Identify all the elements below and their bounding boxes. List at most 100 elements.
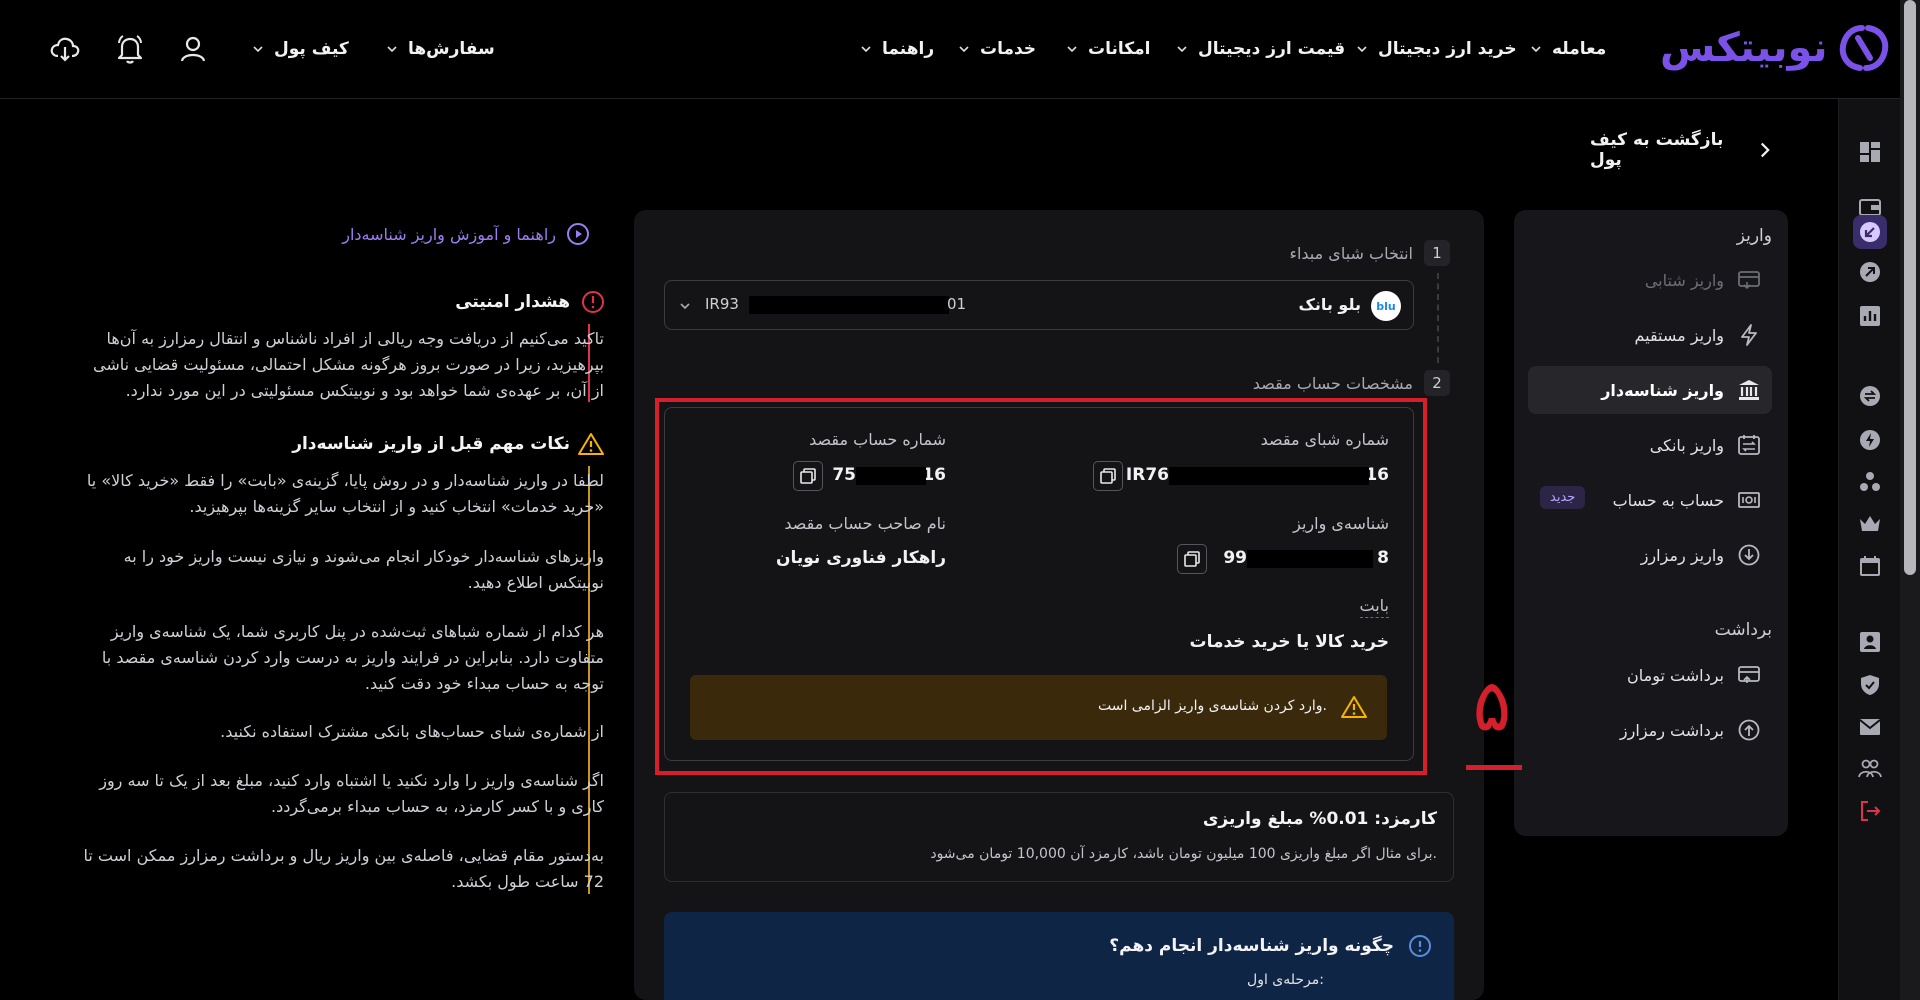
security-title: هشدار امنیتی [455,292,570,312]
withdraw-icon[interactable] [1853,255,1887,289]
menu-item-label: واریز مستقیم [1634,325,1724,345]
bell-icon[interactable] [114,33,146,65]
tip-paragraph: از شماره‌ی شبای حساب‌های بانکی مشترک است… [220,722,604,741]
back-to-wallet-label: بازگشت به کیف پول [1590,130,1724,170]
menu-item-label: واریز شناسه‌دار [1601,380,1724,400]
chevron-down-icon [1067,46,1077,53]
menu-item-label: حساب به حساب [1612,490,1724,510]
chevron-down-icon [387,46,397,53]
fee-info-box: کارمزد: 0.01% مبلغ واریزی برای مثال اگر … [664,792,1454,882]
menu-item-direct-deposit[interactable]: واریز مستقیم [1528,311,1772,359]
step-number: 2 [1424,370,1450,396]
guide-link-label: راهنما و آموزش واریز شناسه‌دار [342,224,556,244]
scrollbar-thumb[interactable] [1904,0,1916,575]
nav-crypto-price[interactable]: قیمت ارز دیجیتال [1176,36,1345,62]
howto-step-label: مرحله‌ی اول: [1247,972,1324,988]
nav-features[interactable]: امکانات [1066,36,1150,62]
fee-title: کارمزد: 0.01% مبلغ واریزی [1202,809,1437,829]
warning-icon [578,433,604,455]
tip-paragraph: اگر شناسه‌ی واریز را وارد نکنید یا اشتبا… [99,771,604,816]
logout-icon[interactable] [1853,794,1887,828]
money-card-icon [1738,489,1760,511]
nav-help[interactable]: راهنما [860,36,934,62]
tip-paragraph: هر کدام از شماره شباهای ثبت‌شده در پنل ک… [101,622,604,693]
menu-item-label: واریز رمزارز [1640,545,1724,565]
nav-wallet[interactable]: کیف پول [252,36,349,62]
icon-rail [1838,99,1900,1000]
chevron-down-icon [1531,46,1541,53]
menu-item-toman-withdraw[interactable]: برداشت تومان [1528,651,1772,699]
nav-orders[interactable]: سفارش‌ها [386,36,495,62]
new-badge: جدید [1540,486,1586,509]
calendar-transfer-icon [1738,434,1760,456]
menu-item-instant-deposit[interactable]: واریز شتابی [1528,256,1772,304]
nav-buy-crypto[interactable]: خرید ارز دیجیتال [1356,36,1517,62]
annotation-underline [1466,765,1522,770]
deposit-section-title: واریز [1736,226,1772,246]
deposit-withdraw-menu: واریز واریز شتابی واریز مستقیم واریز شنا… [1514,210,1788,836]
bank-name: بلو بانک [1298,295,1361,314]
menu-item-label: برداشت تومان [1627,665,1724,685]
howto-title: چگونه واریز شناسه‌دار انجام دهم؟ [1109,936,1394,956]
menu-item-bank-deposit[interactable]: واریز بانکی [1528,421,1772,469]
tip-paragraph: به‌دستور مقام قضایی، فاصله‌ی بین واریز ر… [83,846,604,891]
top-navbar: نوبیتکس معامله خرید ارز دیجیتال قیمت ارز… [0,0,1900,99]
nav-services[interactable]: خدمات [958,36,1036,62]
tip-paragraph: لطفا در واریز شناسه‌دار و در روش پایا، گ… [86,471,604,516]
chevron-down-icon [680,303,690,310]
report-icon[interactable] [1853,299,1887,333]
source-iban-suffix: 01 [947,295,967,313]
mail-icon[interactable] [1853,710,1887,744]
guide-link[interactable]: راهنما و آموزش واریز شناسه‌دار [340,222,590,246]
step-number: 1 [1424,240,1450,266]
lightning-icon [1738,324,1760,346]
deposit-icon[interactable] [1853,215,1887,249]
back-to-wallet-link[interactable]: بازگشت به کیف پول [1590,130,1770,170]
source-iban-select[interactable]: blu بلو بانک IR93 01 [664,280,1414,330]
bank-icon [1738,379,1760,401]
howto-box: چگونه واریز شناسه‌دار انجام دهم؟ مرحله‌ی… [664,912,1454,1000]
step-connector [1437,273,1439,363]
security-text: تاکید می‌کنیم از دریافت وجه ریالی از افر… [92,329,604,400]
chevron-down-icon [1177,46,1187,53]
upload-circle-icon [1738,719,1760,741]
profile-card-icon[interactable] [1853,625,1887,659]
nav-services-label: خدمات [980,39,1037,59]
calendar-icon[interactable] [1853,549,1887,583]
chevron-down-icon [861,46,871,53]
annotation-number: ۵ [1472,663,1512,747]
menu-item-crypto-withdraw[interactable]: برداشت رمزارز [1528,706,1772,754]
crown-icon[interactable] [1853,507,1887,541]
highlight-box [655,398,1427,775]
bank-logo: blu [1371,291,1401,321]
nav-help-label: راهنما [882,39,935,59]
step-1-title: انتخاب شبای مبداء [1289,244,1413,263]
chevron-down-icon [1357,46,1367,53]
nav-buy-crypto-label: خرید ارز دیجیتال [1378,39,1517,59]
menu-item-label: واریز شتابی [1644,270,1724,290]
users-icon[interactable] [1853,751,1887,785]
dashboard-icon[interactable] [1853,135,1887,169]
nav-trade[interactable]: معامله [1530,36,1606,62]
source-iban-prefix: IR93 [705,295,739,313]
fee-description: برای مثال اگر مبلغ واریزی 100 میلیون توم… [930,846,1437,862]
nav-trade-label: معامله [1552,39,1607,59]
user-icon[interactable] [178,34,208,64]
menu-item-crypto-deposit[interactable]: واریز رمزارز [1528,531,1772,579]
brand-logo[interactable]: نوبیتکس [1660,22,1890,74]
menu-item-id-deposit[interactable]: واریز شناسه‌دار [1528,366,1772,414]
cloud-download-icon[interactable] [49,34,81,64]
info-icon [1409,935,1431,957]
play-circle-icon [567,223,589,245]
card-transfer-icon [1738,269,1760,291]
alert-circle-icon [582,291,604,313]
lightning-icon[interactable] [1853,423,1887,457]
card-transfer-icon [1738,664,1760,686]
shield-icon[interactable] [1853,668,1887,702]
menu-item-account-to-account[interactable]: حساب به حساب جدید [1528,476,1772,524]
chevron-down-icon [253,46,263,53]
download-circle-icon [1738,544,1760,566]
bank-logo-text: blu [1376,299,1396,313]
exchange-icon[interactable] [1853,379,1887,413]
network-icon[interactable] [1853,465,1887,499]
